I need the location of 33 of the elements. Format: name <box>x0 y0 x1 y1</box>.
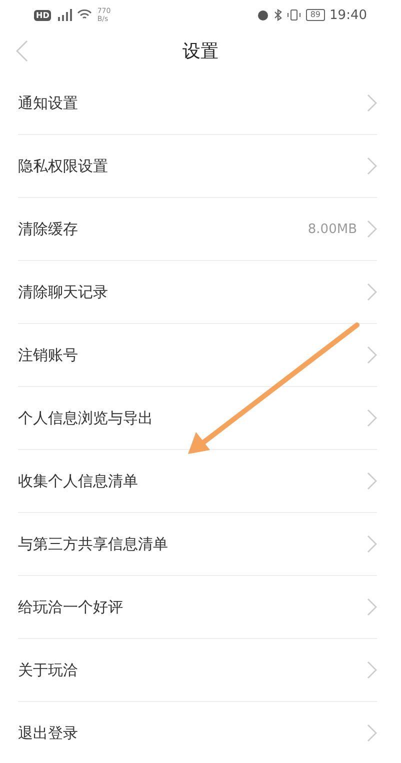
chevron-icon <box>367 409 377 427</box>
settings-item[interactable]: 注销账号 <box>18 346 367 364</box>
settings-item[interactable]: 隐私权限设置 <box>18 156 367 176</box>
chevron-icon <box>367 598 377 616</box>
chevron-icon <box>367 535 377 553</box>
settings-item[interactable]: 个人信息浏览与导出 <box>18 408 367 428</box>
wifi-icon <box>77 9 92 21</box>
settings-item[interactable]: 与第三方共享信息清单 <box>18 534 367 554</box>
clock-time: 19:40 <box>330 8 367 22</box>
vibrate-icon <box>287 9 302 21</box>
chevron-icon <box>367 346 377 364</box>
chevron-icon <box>367 283 377 301</box>
settings-item[interactable]: 清除聊天记录 <box>18 282 367 302</box>
bluetooth-icon <box>274 9 282 21</box>
chevron-icon <box>367 94 377 112</box>
chevron-icon <box>367 661 377 679</box>
chevron-icon <box>367 724 377 742</box>
settings-item[interactable]: 通知设置 <box>18 94 367 112</box>
cache-size: 8.00MB <box>308 222 357 236</box>
page-title: 设置 <box>182 40 218 63</box>
battery-level: 89 <box>306 9 325 21</box>
alarm-icon <box>257 9 270 21</box>
settings-item[interactable]: 清除缓存 <box>18 220 308 238</box>
back-icon[interactable] <box>16 40 28 62</box>
settings-item[interactable]: 退出登录 <box>18 724 367 742</box>
hd-indicator: HD <box>34 10 52 20</box>
chevron-icon <box>367 472 377 490</box>
settings-item[interactable]: 收集个人信息清单 <box>18 472 367 490</box>
settings-item[interactable]: 关于玩洽 <box>18 660 367 680</box>
settings-item[interactable]: 给玩洽一个好评 <box>18 598 367 616</box>
chevron-icon <box>367 157 377 175</box>
chevron-icon <box>367 220 377 238</box>
signal-icon <box>56 9 72 21</box>
